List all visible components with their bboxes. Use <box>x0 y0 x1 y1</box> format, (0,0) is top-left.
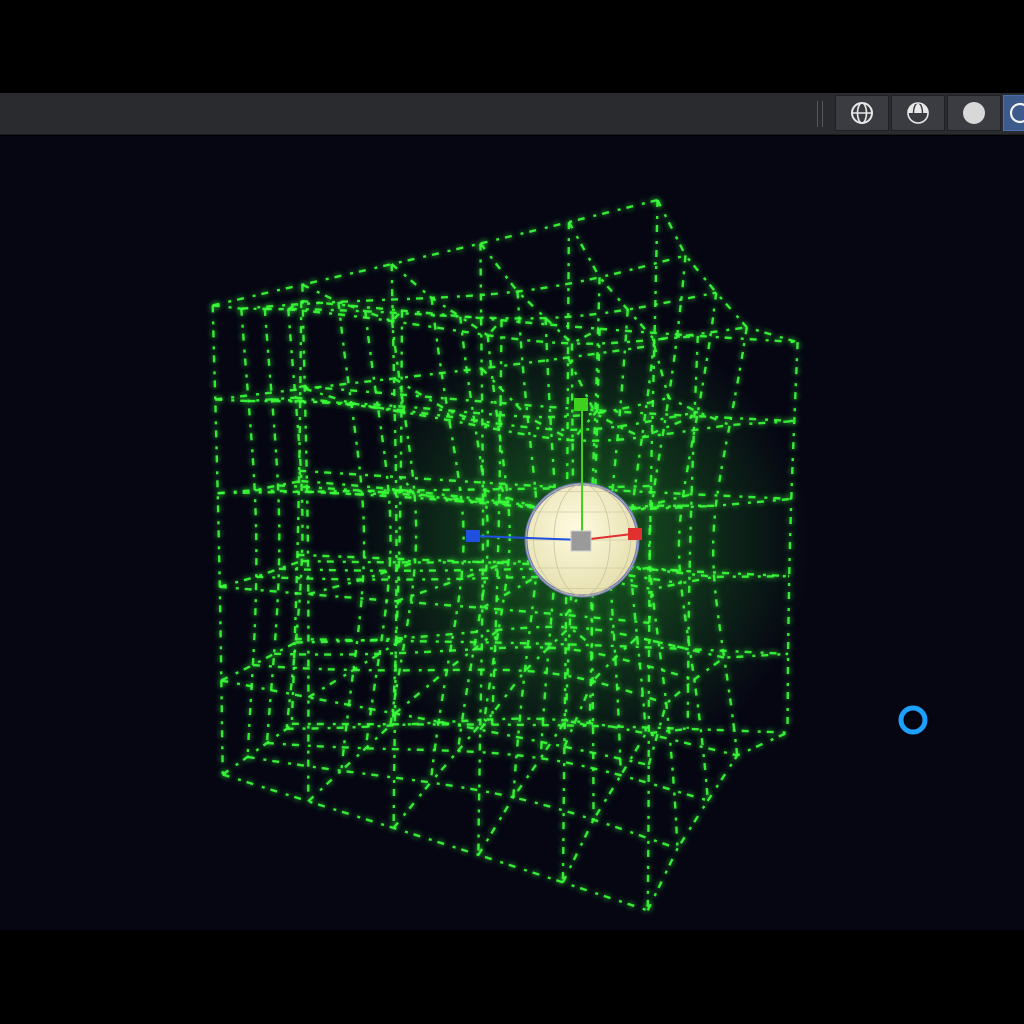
gizmo-z-handle[interactable] <box>466 530 480 542</box>
rendered-sphere-icon <box>1009 102 1024 124</box>
lattice-depth-line <box>219 554 304 588</box>
material-sphere-icon <box>963 102 985 124</box>
gizmo-center-handle[interactable] <box>570 530 592 552</box>
lattice-line <box>285 309 304 729</box>
viewport-header <box>0 93 1024 135</box>
lattice-depth-line <box>217 470 303 495</box>
rendered-shading-button[interactable] <box>1003 95 1024 131</box>
lattice-line <box>240 308 258 757</box>
lattice-depth-line <box>656 199 798 344</box>
wireframe-sphere-icon <box>851 102 873 124</box>
top-letterbox <box>0 0 1024 93</box>
lattice-depth-line <box>212 300 302 311</box>
3d-cursor-icon[interactable] <box>897 704 929 736</box>
lattice-line <box>263 308 281 744</box>
header-resize-grip[interactable] <box>817 101 823 127</box>
bottom-letterbox <box>0 930 1024 1024</box>
wireframe-shading-button[interactable] <box>835 95 889 131</box>
solid-sphere-icon <box>907 102 929 124</box>
lattice-depth-line <box>220 638 298 682</box>
solid-shading-button[interactable] <box>891 95 945 131</box>
lattice-depth-line <box>307 723 394 803</box>
lattice-line <box>212 198 658 307</box>
lattice-line <box>301 284 310 802</box>
lattice-line <box>211 305 224 775</box>
gizmo-y-handle[interactable] <box>574 398 588 411</box>
lattice-depth-line <box>646 731 788 911</box>
lattice-depth-line <box>222 722 293 776</box>
material-shading-button[interactable] <box>947 95 1001 131</box>
gizmo-x-handle[interactable] <box>628 528 642 540</box>
lattice-line <box>264 291 717 320</box>
scene-canvas[interactable] <box>0 136 1024 930</box>
3d-viewport[interactable] <box>0 136 1024 930</box>
lattice-line <box>222 773 649 912</box>
